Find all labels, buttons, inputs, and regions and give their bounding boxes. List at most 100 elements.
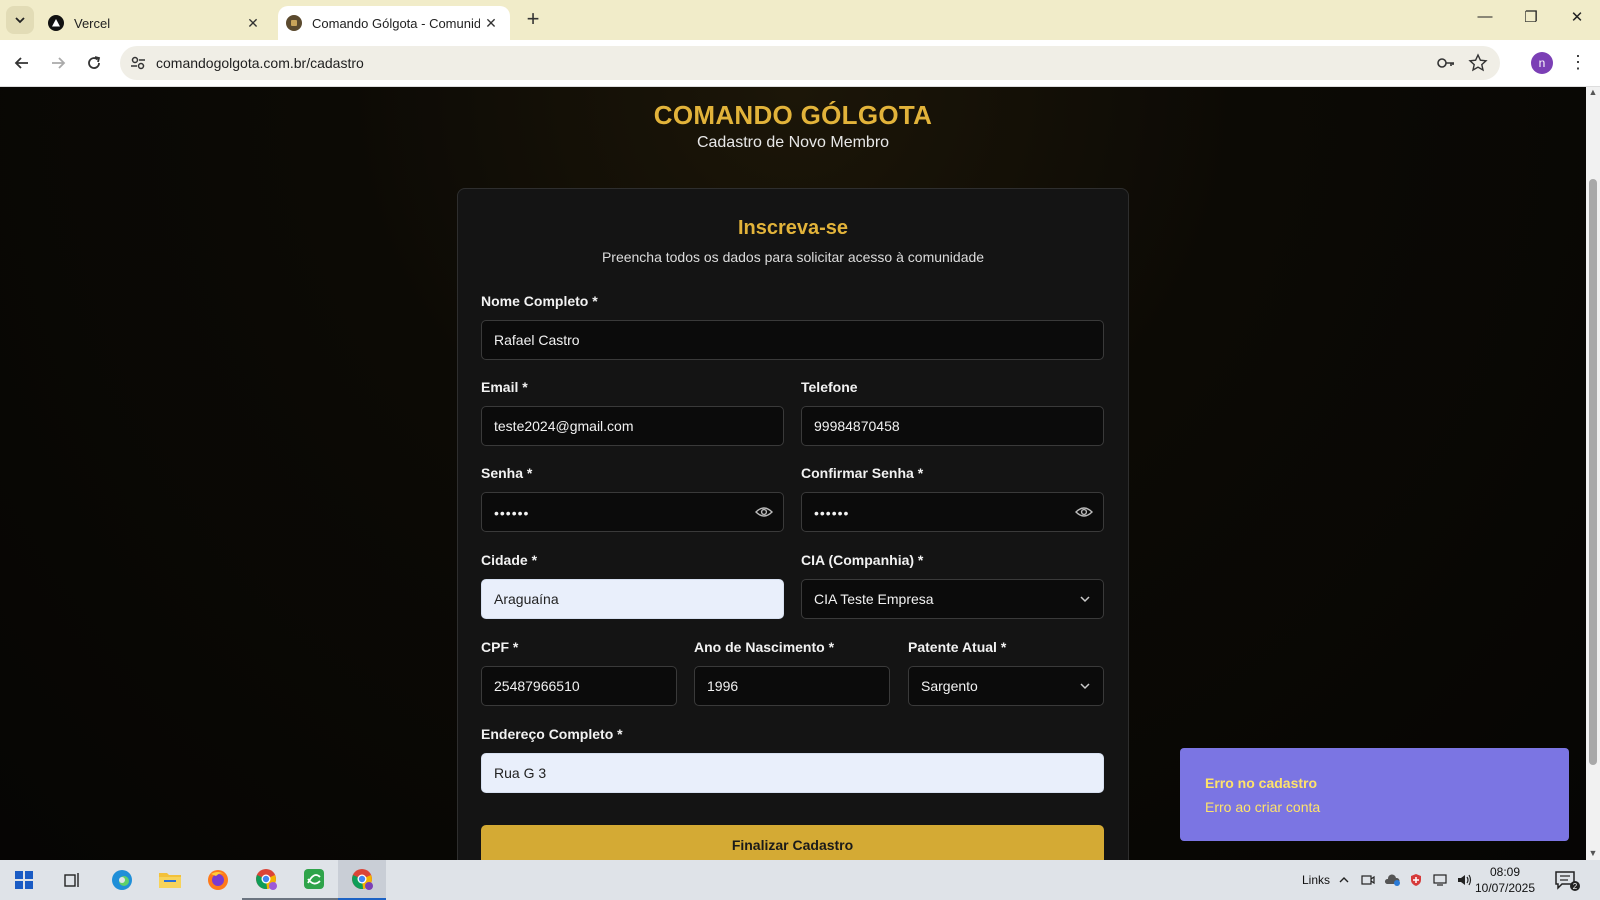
close-window-icon[interactable]: ✕ [1562, 8, 1592, 32]
close-tab-icon[interactable]: ✕ [242, 15, 264, 32]
folder-icon [159, 873, 181, 888]
toast-title: Erro no cadastro [1205, 775, 1318, 791]
firefox-icon [208, 870, 228, 890]
nome-input[interactable]: Rafael Castro [481, 320, 1104, 360]
browser-tab-strip: Vercel ✕ Comando Gólgota - Comunidade ✕ … [0, 0, 1600, 40]
start-button[interactable] [0, 860, 48, 900]
back-button[interactable] [8, 49, 36, 77]
links-toolbar-label[interactable]: Links [1302, 873, 1330, 887]
site-favicon-icon [286, 15, 302, 31]
page-scrollbar[interactable]: ▲ ▼ [1586, 87, 1600, 860]
cpf-input[interactable]: 25487966510 [481, 666, 677, 706]
senha-input[interactable]: •••••• [481, 492, 784, 532]
tab-title: Vercel [74, 15, 111, 31]
tab-vercel[interactable]: Vercel ✕ [40, 6, 272, 40]
arrow-right-icon [52, 57, 66, 69]
email-value: teste2024@gmail.com [494, 418, 634, 434]
cpf-value: 25487966510 [494, 678, 580, 694]
patente-label: Patente Atual * [908, 639, 1007, 655]
notification-count: 2 [1573, 882, 1578, 891]
card-title: Inscreva-se [737, 217, 849, 239]
nome-label: Nome Completo * [481, 293, 598, 309]
site-settings-icon[interactable] [128, 53, 148, 73]
chrome-icon [256, 869, 277, 890]
cia-value: CIA Teste Empresa [814, 591, 934, 607]
edge-taskbar-button[interactable] [98, 860, 146, 900]
cidade-input[interactable]: Araguaína [481, 579, 784, 619]
browser-toolbar: comandogolgota.com.br/cadastro n ⋮ [0, 40, 1600, 87]
chevron-down-icon [15, 17, 25, 24]
notification-center-icon[interactable]: 2 [1554, 870, 1580, 897]
telefone-label: Telefone [801, 379, 858, 395]
browser-menu-icon[interactable]: ⋮ [1568, 50, 1588, 76]
profile-avatar[interactable]: n [1531, 52, 1553, 74]
cidade-value: Araguaína [494, 591, 559, 607]
firefox-taskbar-button[interactable] [194, 860, 242, 900]
telefone-value: 99984870458 [814, 418, 900, 434]
chevron-down-icon [1080, 683, 1090, 690]
bookmark-star-icon[interactable] [1468, 53, 1488, 73]
signup-card: Inscreva-se Preencha todos os dados para… [457, 188, 1129, 860]
ano-nascimento-label: Ano de Nascimento * [694, 639, 835, 655]
meet-now-icon[interactable] [1360, 872, 1376, 888]
green-app-icon [304, 869, 324, 889]
chrome-profile-n-taskbar-button[interactable] [338, 860, 386, 900]
vercel-logo-icon [48, 15, 64, 31]
show-password-eye-icon[interactable] [1075, 505, 1093, 519]
brand-title: COMANDO GÓLGOTA [653, 100, 933, 130]
show-password-eye-icon[interactable] [755, 505, 773, 519]
senha-label: Senha * [481, 465, 533, 481]
clock-time: 08:09 [1489, 865, 1521, 879]
chrome-profile-k-taskbar-button[interactable] [242, 860, 290, 900]
security-shield-icon[interactable] [1408, 872, 1424, 888]
patente-select[interactable]: Sargento [908, 666, 1104, 706]
new-tab-button[interactable]: + [520, 7, 546, 33]
scroll-thumb[interactable] [1589, 179, 1597, 765]
error-toast[interactable]: Erro no cadastro Erro ao criar conta [1180, 748, 1569, 841]
telefone-input[interactable]: 99984870458 [801, 406, 1104, 446]
toast-description: Erro ao criar conta [1205, 799, 1321, 815]
ano-nascimento-value: 1996 [707, 678, 739, 694]
senha-value: •••••• [494, 505, 530, 521]
task-view-button[interactable] [48, 860, 96, 900]
forward-button[interactable] [44, 49, 72, 77]
nome-value: Rafael Castro [494, 332, 580, 348]
finalizar-cadastro-button[interactable]: Finalizar Cadastro [481, 825, 1104, 860]
cpf-label: CPF * [481, 639, 519, 655]
card-subtitle: Preencha todos os dados para solicitar a… [601, 249, 985, 265]
file-explorer-taskbar-button[interactable] [146, 860, 194, 900]
system-clock[interactable]: 08:09 10/07/2025 [1470, 864, 1540, 896]
address-bar[interactable]: comandogolgota.com.br/cadastro [120, 46, 1500, 80]
patente-value: Sargento [921, 678, 978, 694]
restore-icon[interactable]: ❐ [1516, 8, 1546, 32]
minimize-icon[interactable]: — [1470, 8, 1500, 32]
cidade-label: Cidade * [481, 552, 538, 568]
cia-label: CIA (Companhia) * [801, 552, 924, 568]
close-tab-icon[interactable]: ✕ [480, 15, 502, 32]
endereco-input[interactable]: Rua G 3 [481, 753, 1104, 793]
onedrive-icon[interactable] [1384, 872, 1400, 888]
reload-button[interactable] [80, 49, 108, 77]
green-app-taskbar-button[interactable] [290, 860, 338, 900]
task-view-icon [64, 873, 79, 887]
chevron-up-icon[interactable] [1336, 872, 1352, 888]
network-icon[interactable] [1432, 872, 1448, 888]
chevron-down-icon [1080, 596, 1090, 603]
tab-title: Comando Gólgota - Comunidade [312, 15, 480, 31]
scroll-down-arrow-icon[interactable]: ▼ [1588, 848, 1598, 860]
tab-search-button[interactable] [6, 6, 34, 34]
confirmar-senha-value: •••••• [814, 505, 850, 521]
windows-taskbar: Links 08:09 10/07/2025 2 [0, 860, 1600, 900]
chrome-icon [352, 869, 373, 890]
confirmar-senha-input[interactable]: •••••• [801, 492, 1104, 532]
cia-select[interactable]: CIA Teste Empresa [801, 579, 1104, 619]
clock-date: 10/07/2025 [1474, 881, 1536, 895]
tab-comando-golgota[interactable]: Comando Gólgota - Comunidade ✕ [278, 6, 510, 40]
ano-nascimento-input[interactable]: 1996 [694, 666, 890, 706]
page-viewport: COMANDO GÓLGOTA Cadastro de Novo Membro … [0, 87, 1586, 860]
scroll-up-arrow-icon[interactable]: ▲ [1588, 87, 1598, 99]
email-input[interactable]: teste2024@gmail.com [481, 406, 784, 446]
password-key-icon[interactable] [1436, 53, 1456, 73]
brand-subtitle: Cadastro de Novo Membro [696, 134, 890, 151]
edge-browser-icon [112, 870, 132, 890]
